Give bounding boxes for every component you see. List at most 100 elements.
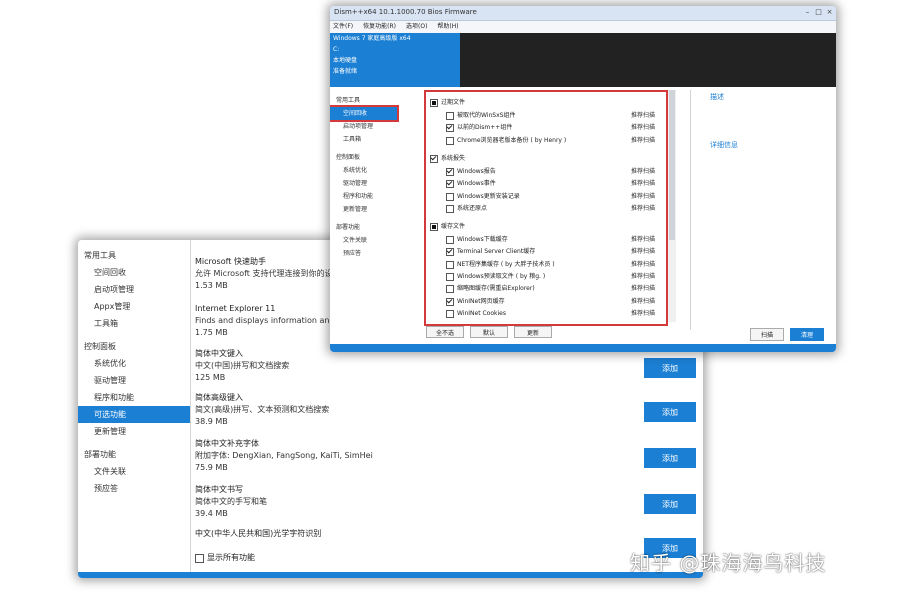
sidebar-item[interactable]: 驱动管理 xyxy=(78,372,190,389)
sidebar-item[interactable]: 更新管理 xyxy=(78,423,190,440)
sidebar-item[interactable]: Appx管理 xyxy=(78,298,190,315)
feature-row: 简体中文补充字体 附加字体: DengXian, FangSong, KaiTi,… xyxy=(195,438,615,474)
cleanup-scrollbar-thumb[interactable] xyxy=(669,90,675,240)
window-title: Dism++x64 10.1.1000.70 Bios Firmware xyxy=(334,8,477,16)
back-status-bar xyxy=(78,572,703,578)
item-label: Terminal Server Client缓存 xyxy=(457,248,536,256)
cleanup-item[interactable]: Windows更新安装记录 推荐扫描 xyxy=(446,192,661,202)
item-checkbox[interactable] xyxy=(446,309,454,318)
sidebar-item[interactable]: 系统优化 xyxy=(78,355,190,372)
sidebar-item[interactable]: 可选功能 xyxy=(78,406,190,423)
cleanup-item[interactable]: WinINet网页缓存 推荐扫描 xyxy=(446,297,661,307)
sidebar-group-header: 部署功能 xyxy=(336,224,361,231)
item-checkbox[interactable] xyxy=(446,192,454,201)
cleanup-item[interactable]: Windows报告 推荐扫描 xyxy=(446,167,661,177)
select-none-button[interactable]: 全不选 xyxy=(426,326,464,338)
minimize-icon[interactable]: – xyxy=(803,8,812,17)
item-scan-type: 推荐扫描 xyxy=(631,167,656,175)
cleanup-item[interactable]: 缩略图缓存(需重启Explorer) 推荐扫描 xyxy=(446,284,661,294)
session-header[interactable]: Windows 7 家庭高级版 x64 C: 本地硬盘 准备就绪 xyxy=(330,33,460,87)
item-label: Windows预读取文件 ( by 粮g. ) xyxy=(457,273,546,280)
add-feature-button[interactable]: 添加 xyxy=(644,494,696,514)
cleanup-item[interactable]: 系统还原点 推荐扫描 xyxy=(446,204,661,214)
cleanup-item[interactable]: Windows预读取文件 ( by 粮g. ) 推荐扫描 xyxy=(446,272,661,282)
add-feature-button[interactable]: 添加 xyxy=(644,448,696,468)
feature-description: 中文(中国)拼写和文档搜索 xyxy=(195,361,290,370)
cleanup-item[interactable]: Windows下载缓存 推荐扫描 xyxy=(446,235,661,245)
menu-item[interactable]: 文件(F) xyxy=(333,21,353,33)
item-checkbox[interactable] xyxy=(446,167,454,176)
item-label: Windows更新安装记录 xyxy=(457,192,520,200)
front-status-bar xyxy=(330,344,836,352)
add-feature-button[interactable]: 添加 xyxy=(644,358,696,378)
item-label: WinINet Cookies xyxy=(457,309,506,317)
cleanup-category[interactable]: 过期文件 xyxy=(430,98,465,108)
item-scan-type: 推荐扫描 xyxy=(631,248,656,256)
sidebar-item[interactable]: 程序和功能 xyxy=(78,389,190,406)
category-checkbox[interactable] xyxy=(430,99,438,107)
front-sidebar: 常用工具 空间回收 启动项管理 工具箱 控制面板 系统优化 驱动管理 程序和功能 更新管理 部署功… xyxy=(330,87,422,337)
item-checkbox[interactable] xyxy=(446,273,454,281)
menu-item[interactable]: 选项(O) xyxy=(406,21,427,33)
cleanup-item[interactable]: NET程序集缓存 ( by 大胖子技术员 ) 推荐扫描 xyxy=(446,260,661,270)
sidebar-item[interactable]: 程序和功能 xyxy=(330,190,422,203)
feature-row: 简体中文键入 中文(中国)拼写和文档搜索 125 MB xyxy=(195,348,615,384)
sidebar-group-header: 常用工具 xyxy=(336,97,361,104)
item-checkbox[interactable] xyxy=(446,136,454,145)
cleanup-item[interactable]: WinINet Cookies 推荐扫描 xyxy=(446,309,661,319)
refresh-button[interactable]: 更新 xyxy=(514,326,552,338)
item-scan-type: 推荐扫描 xyxy=(631,136,656,144)
cleanup-item[interactable]: Chrome浏览器老版本备份 ( by Henry ) 推荐扫描 xyxy=(446,136,661,146)
show-all-features-toggle[interactable]: 显示所有功能 xyxy=(195,552,255,564)
item-checkbox[interactable] xyxy=(446,297,454,306)
menu-item[interactable]: 帮助(H) xyxy=(437,21,458,33)
feature-title: 简体中文补充字体 xyxy=(195,439,259,448)
menu-item[interactable]: 恢复功能(R) xyxy=(363,21,396,33)
item-checkbox[interactable] xyxy=(446,180,454,189)
sidebar-item[interactable]: 预应答 xyxy=(330,247,422,260)
item-checkbox[interactable] xyxy=(446,260,454,269)
cleanup-scrollbar[interactable] xyxy=(668,90,676,322)
sidebar-item[interactable]: 文件关联 xyxy=(330,234,422,247)
maximize-icon[interactable]: □ xyxy=(814,8,823,17)
sidebar-group-header: 部署功能 xyxy=(84,450,116,459)
sidebar-item[interactable]: 文件关联 xyxy=(78,463,190,480)
sidebar-item[interactable]: 工具箱 xyxy=(330,133,422,146)
item-checkbox[interactable] xyxy=(446,204,454,213)
show-all-features-checkbox[interactable] xyxy=(195,553,204,563)
sidebar-item[interactable]: 驱动管理 xyxy=(330,177,422,190)
default-button[interactable]: 默认 xyxy=(470,326,508,338)
sidebar-item[interactable]: 空间回收 xyxy=(330,105,399,122)
category-checkbox[interactable] xyxy=(430,223,438,232)
sidebar-item[interactable]: 系统优化 xyxy=(330,164,422,177)
cleanup-category[interactable]: 缓存文件 xyxy=(430,222,465,232)
details-link[interactable]: 详细信息 xyxy=(710,140,738,150)
cleanup-item[interactable]: 以前的Dism++组件 推荐扫描 xyxy=(446,123,661,133)
cleanup-item[interactable]: Windows事件 推荐扫描 xyxy=(446,179,661,189)
add-feature-button[interactable]: 添加 xyxy=(644,402,696,422)
watermark-text: 知乎 @珠海海鸟科技 xyxy=(630,551,827,575)
item-scan-type: 推荐扫描 xyxy=(631,236,656,244)
sidebar-item[interactable]: 工具箱 xyxy=(78,315,190,332)
item-label: Windows报告 xyxy=(457,167,496,175)
cleanup-item[interactable]: 被取代的WinSxS组件 推荐扫描 xyxy=(446,111,661,121)
sidebar-item[interactable]: 预应答 xyxy=(78,480,190,497)
item-checkbox[interactable] xyxy=(446,236,454,245)
cleanup-item[interactable]: Terminal Server Client缓存 推荐扫描 xyxy=(446,247,661,257)
sidebar-item[interactable]: 启动项管理 xyxy=(78,281,190,298)
item-checkbox[interactable] xyxy=(446,248,454,257)
description-link[interactable]: 描述 xyxy=(710,92,724,102)
item-checkbox[interactable] xyxy=(446,124,454,133)
cleanup-category[interactable]: 系统报失 xyxy=(430,154,465,164)
item-checkbox[interactable] xyxy=(446,285,454,294)
sidebar-item[interactable]: 更新管理 xyxy=(330,203,422,216)
close-icon[interactable]: × xyxy=(825,8,834,17)
scan-button[interactable]: 扫描 xyxy=(750,328,784,341)
item-checkbox[interactable] xyxy=(446,112,454,120)
clean-button[interactable]: 清理 xyxy=(790,328,824,341)
item-scan-type: 推荐扫描 xyxy=(631,273,656,280)
category-checkbox[interactable] xyxy=(430,154,438,163)
category-label: 过期文件 xyxy=(441,99,466,106)
sidebar-item[interactable]: 启动项管理 xyxy=(330,120,422,133)
sidebar-item[interactable]: 空间回收 xyxy=(78,264,190,281)
